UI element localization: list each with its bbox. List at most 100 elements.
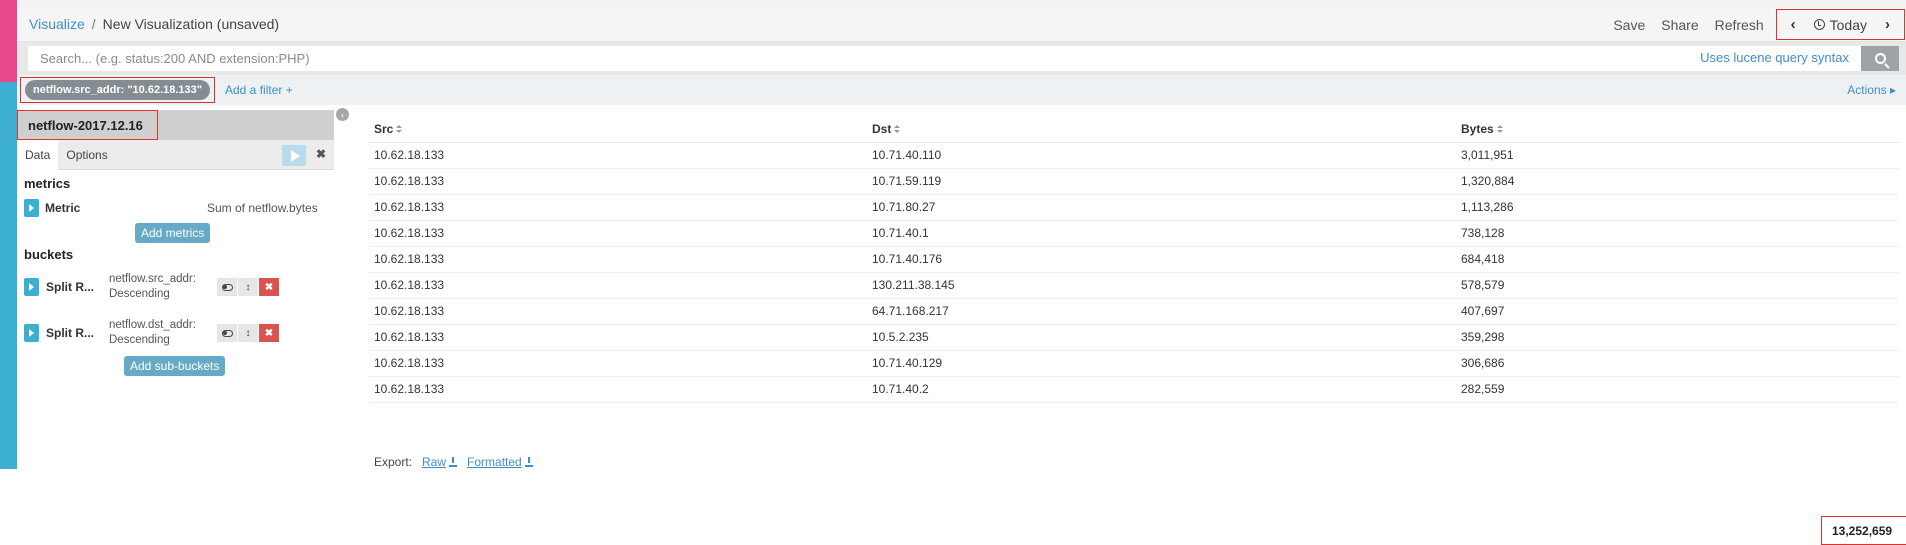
expand-bucket-icon[interactable] xyxy=(24,324,39,342)
app-logo-strip xyxy=(0,0,17,82)
table-row: 10.62.18.133 10.71.40.110 3,011,951 xyxy=(369,142,1899,169)
discard-changes-icon[interactable]: ✖ xyxy=(316,147,326,161)
cell-bytes: 738,128 xyxy=(1456,220,1899,247)
index-header: netflow-2017.12.16 xyxy=(17,110,334,140)
caret-right-icon: ▸ xyxy=(1889,83,1896,97)
table-row: 10.62.18.133 64.71.168.217 407,697 xyxy=(369,298,1899,325)
time-range-label: Today xyxy=(1829,16,1867,33)
cell-bytes: 3,011,951 xyxy=(1456,142,1899,169)
bucket-agg-row: Split R... netflow.src_addr: Descending … xyxy=(24,268,334,308)
reorder-bucket-icon[interactable]: ↕ xyxy=(238,324,258,342)
expand-bucket-icon[interactable] xyxy=(24,278,39,296)
cell-bytes: 1,113,286 xyxy=(1456,194,1899,221)
table-row: 10.62.18.133 130.211.38.145 578,579 xyxy=(369,272,1899,299)
remove-bucket-icon[interactable]: ✖ xyxy=(259,324,279,342)
table-row: 10.62.18.133 10.71.40.2 282,559 xyxy=(369,376,1899,403)
top-nav: Visualize / New Visualization (unsaved) … xyxy=(17,7,1906,42)
actions-menu[interactable]: Actions ▸ xyxy=(1847,83,1896,97)
metric-agg-name[interactable]: Metric xyxy=(45,201,80,215)
cell-bytes: 359,298 xyxy=(1456,324,1899,351)
table-header-row: Src Dst Bytes xyxy=(369,116,1899,143)
bucket-order: Descending xyxy=(109,334,170,346)
buckets-title: buckets xyxy=(24,247,74,262)
cell-src: 10.62.18.133 xyxy=(369,246,867,273)
cell-bytes: 306,686 xyxy=(1456,350,1899,377)
sort-icon xyxy=(1496,125,1503,134)
page-title: New Visualization (unsaved) xyxy=(102,16,280,32)
cell-dst: 10.71.40.176 xyxy=(867,246,1456,273)
lucene-syntax-link[interactable]: Uses lucene query syntax xyxy=(1700,50,1849,65)
bucket-agg-description: netflow.dst_addr: Descending xyxy=(109,318,196,348)
cell-src: 10.62.18.133 xyxy=(369,272,867,299)
tab-options[interactable]: Options xyxy=(58,140,115,170)
column-header-bytes[interactable]: Bytes xyxy=(1456,116,1899,143)
chevron-left-icon[interactable]: ‹ xyxy=(1783,16,1804,33)
filter-bar: netflow.src_addr: "10.62.18.133" Add a f… xyxy=(17,75,1906,105)
breadcrumb-visualize-link[interactable]: Visualize xyxy=(29,16,85,32)
column-header-dst[interactable]: Dst xyxy=(867,116,1456,143)
add-sub-buckets-button[interactable]: Add sub-buckets xyxy=(124,356,226,376)
refresh-button[interactable]: Refresh xyxy=(1707,17,1772,33)
bucket-agg-name[interactable]: Split R... xyxy=(46,326,94,340)
metric-agg-description: Sum of netflow.bytes xyxy=(207,201,318,215)
export-bar: Export: Raw Formatted xyxy=(374,455,533,469)
toggle-icon xyxy=(221,329,233,337)
cell-bytes: 684,418 xyxy=(1456,246,1899,273)
cell-bytes: 282,559 xyxy=(1456,376,1899,403)
search-button[interactable] xyxy=(1861,46,1899,71)
cell-dst: 10.71.40.1 xyxy=(867,220,1456,247)
add-filter-link[interactable]: Add a filter + xyxy=(225,83,293,97)
bucket-agg-description: netflow.src_addr: Descending xyxy=(109,272,196,302)
cell-src: 10.62.18.133 xyxy=(369,194,867,221)
toggle-icon xyxy=(221,283,233,291)
bucket-field: netflow.src_addr: xyxy=(109,273,196,285)
editor-sidebar: netflow-2017.12.16 ‹ Data Options ✖ metr… xyxy=(17,108,349,469)
expand-metric-icon[interactable] xyxy=(24,199,39,217)
time-range-button[interactable]: Today xyxy=(1804,17,1877,33)
filter-pill[interactable]: netflow.src_addr: "10.62.18.133" xyxy=(25,80,210,100)
nav-actions: Save Share Refresh ‹ Today › xyxy=(1605,7,1906,42)
cell-dst: 64.71.168.217 xyxy=(867,298,1456,325)
column-header-src[interactable]: Src xyxy=(369,116,867,143)
toggle-bucket-button[interactable] xyxy=(217,278,237,296)
bucket-controls: ↕ ✖ xyxy=(217,278,280,296)
toggle-bucket-button[interactable] xyxy=(217,324,237,342)
clock-icon xyxy=(1813,19,1825,30)
table-row: 10.62.18.133 10.71.40.176 684,418 xyxy=(369,246,1899,273)
search-input[interactable] xyxy=(28,46,1861,71)
metric-agg-row: Metric Sum of netflow.bytes xyxy=(17,197,334,219)
actions-label: Actions xyxy=(1847,83,1887,97)
share-button[interactable]: Share xyxy=(1653,17,1706,33)
cell-bytes: 407,697 xyxy=(1456,298,1899,325)
filter-highlight: netflow.src_addr: "10.62.18.133" xyxy=(20,77,215,103)
collapse-sidebar-icon[interactable]: ‹ xyxy=(336,108,349,121)
data-table-panel: Src Dst Bytes 10.62.18.133 10.71.40.110 3,… xyxy=(369,116,1906,545)
download-icon xyxy=(524,456,533,467)
cell-dst: 10.71.40.2 xyxy=(867,376,1456,403)
tab-data[interactable]: Data xyxy=(17,139,59,170)
chevron-right-icon[interactable]: › xyxy=(1877,16,1898,33)
table-row: 10.62.18.133 10.71.59.119 1,320,884 xyxy=(369,168,1899,195)
save-button[interactable]: Save xyxy=(1605,17,1653,33)
add-metrics-button[interactable]: Add metrics xyxy=(135,223,211,243)
remove-bucket-icon[interactable]: ✖ xyxy=(259,278,279,296)
bucket-order: Descending xyxy=(109,288,170,300)
export-formatted-link[interactable]: Formatted xyxy=(467,455,533,469)
cell-src: 10.62.18.133 xyxy=(369,376,867,403)
bucket-agg-name[interactable]: Split R... xyxy=(46,280,94,294)
table-row: 10.62.18.133 10.71.40.1 738,128 xyxy=(369,220,1899,247)
apply-changes-button[interactable] xyxy=(282,145,306,166)
table-row: 10.62.18.133 10.71.80.27 1,113,286 xyxy=(369,194,1899,221)
cell-src: 10.62.18.133 xyxy=(369,142,867,169)
cell-src: 10.62.18.133 xyxy=(369,350,867,377)
cell-src: 10.62.18.133 xyxy=(369,324,867,351)
download-icon xyxy=(449,456,458,467)
reorder-bucket-icon[interactable]: ↕ xyxy=(238,278,258,296)
cell-dst: 10.71.59.119 xyxy=(867,168,1456,195)
table-row: 10.62.18.133 10.71.40.129 306,686 xyxy=(369,350,1899,377)
time-picker: ‹ Today › xyxy=(1775,9,1905,40)
search-icon xyxy=(1874,53,1886,64)
export-raw-link[interactable]: Raw xyxy=(422,455,458,469)
sort-icon xyxy=(894,125,901,134)
cell-bytes: 578,579 xyxy=(1456,272,1899,299)
